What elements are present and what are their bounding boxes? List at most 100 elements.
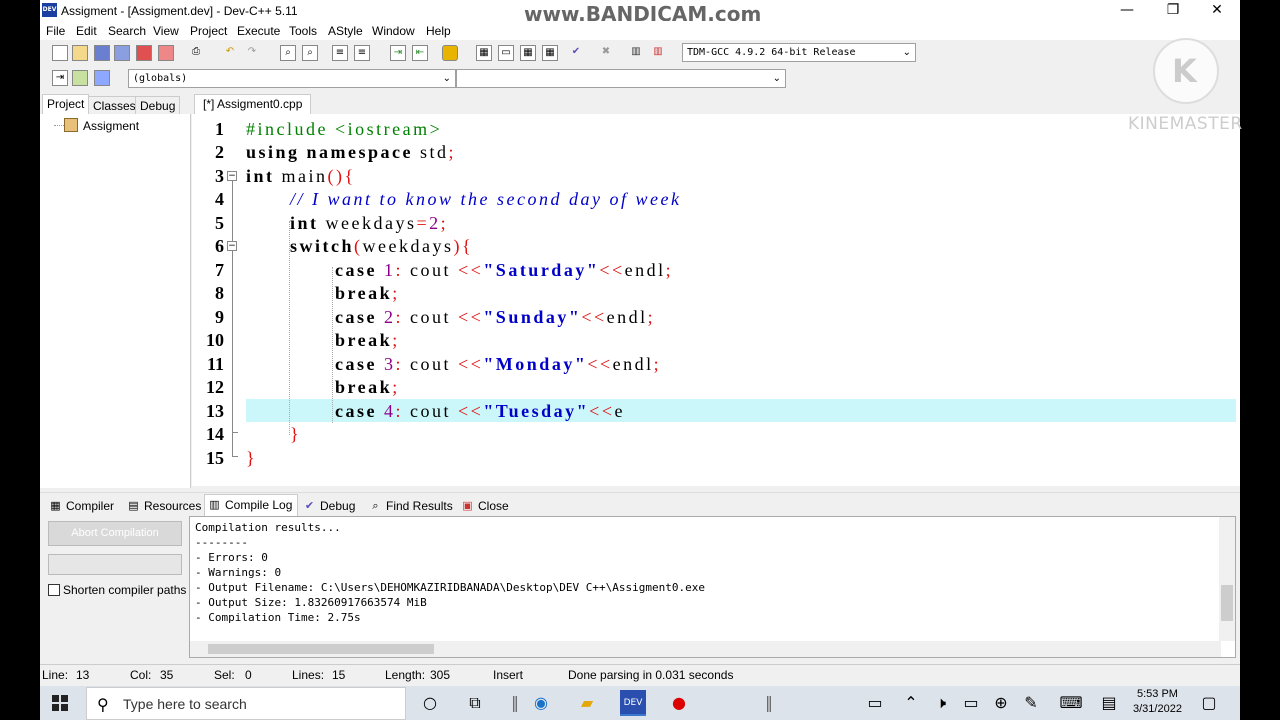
toggle-bookmark-icon[interactable] bbox=[72, 70, 88, 86]
checkbox-box[interactable] bbox=[48, 584, 60, 596]
tree-item-assigment[interactable]: Assigment bbox=[83, 119, 139, 133]
menu-file[interactable]: File bbox=[46, 24, 65, 38]
function-select[interactable]: ⌄ bbox=[456, 69, 786, 88]
profile-delete-icon[interactable]: ▥ bbox=[650, 45, 666, 61]
tab-compiler[interactable]: ▦ Compiler bbox=[46, 496, 114, 516]
rebuild-icon[interactable]: ▦ bbox=[542, 45, 558, 61]
unindent-icon[interactable]: ≡ bbox=[354, 45, 370, 61]
menu-astyle[interactable]: AStyle bbox=[328, 24, 363, 38]
code-line-12: break; bbox=[335, 377, 400, 397]
pen-icon[interactable]: ✎ bbox=[1018, 690, 1044, 716]
tab-close[interactable]: ▣ Close bbox=[458, 496, 508, 516]
chevron-up-icon[interactable]: ⌃ bbox=[898, 690, 924, 716]
input-language-icon[interactable]: ▤ bbox=[1096, 690, 1122, 716]
tab-resources[interactable]: ▤ Resources bbox=[124, 496, 201, 516]
menu-tools[interactable]: Tools bbox=[289, 24, 317, 38]
search-placeholder: Type here to search bbox=[123, 696, 247, 712]
tab-find-results[interactable]: ⌕ Find Results bbox=[366, 496, 452, 516]
tab-debug[interactable]: Debug bbox=[135, 96, 181, 114]
new-file-icon[interactable] bbox=[52, 45, 68, 61]
stop-execution-icon[interactable]: ✖ bbox=[598, 45, 614, 61]
shorten-paths-checkbox[interactable]: Shorten compiler paths bbox=[48, 583, 186, 597]
volume-muted-icon[interactable]: 🕨 bbox=[928, 690, 954, 716]
code-editor[interactable]: 1 2 3 4 5 6 7 8 9 10 11 12 13 14 15 − − … bbox=[192, 114, 1240, 486]
menu-view[interactable]: View bbox=[153, 24, 179, 38]
line-number: 7 bbox=[215, 260, 224, 280]
insert-icon[interactable]: ⇥ bbox=[52, 70, 68, 86]
menu-edit[interactable]: Edit bbox=[76, 24, 97, 38]
compiler-select-value: TDM-GCC 4.9.2 64-bit Release bbox=[687, 47, 856, 58]
fold-collapse-icon[interactable]: − bbox=[227, 241, 237, 251]
fold-collapse-icon[interactable]: − bbox=[227, 171, 237, 181]
network-globe-icon[interactable]: ⊕ bbox=[988, 690, 1014, 716]
status-lines-label: Lines: bbox=[292, 668, 325, 682]
goto-bookmark-icon[interactable] bbox=[94, 70, 110, 86]
tab-project[interactable]: Project bbox=[42, 94, 90, 114]
menu-search[interactable]: Search bbox=[108, 24, 146, 38]
replace-icon[interactable]: ⌕ bbox=[302, 45, 318, 61]
log-vertical-scrollbar[interactable] bbox=[1219, 517, 1235, 641]
undo-icon[interactable]: ↶ bbox=[222, 45, 238, 61]
taskbar-clock[interactable]: 5:53 PM 3/31/2022 bbox=[1133, 687, 1182, 717]
status-sel-label: Sel: bbox=[214, 668, 235, 682]
syntax-check-icon[interactable]: ✔ bbox=[568, 45, 584, 61]
run-icon[interactable]: ▭ bbox=[498, 45, 514, 61]
scroll-thumb[interactable] bbox=[208, 644, 434, 654]
find-icon: ⌕ bbox=[372, 499, 379, 512]
window-title: Assigment - [Assigment.dev] - Dev-C++ 5.… bbox=[61, 4, 298, 18]
log-horizontal-scrollbar[interactable] bbox=[190, 641, 1221, 657]
tab-debug-bottom[interactable]: ✔ Debug bbox=[300, 496, 355, 516]
code-line-13: case 4: cout <<"Tuesday"<<e bbox=[335, 401, 625, 421]
close-file-icon[interactable] bbox=[136, 45, 152, 61]
maximize-button[interactable]: ❐ bbox=[1150, 0, 1196, 21]
code-line-15: } bbox=[246, 448, 258, 468]
edge-browser-icon[interactable]: ◉ bbox=[528, 690, 554, 716]
profile-icon[interactable]: ▥ bbox=[628, 45, 644, 61]
menu-window[interactable]: Window bbox=[372, 24, 415, 38]
line-number: 14 bbox=[206, 424, 224, 444]
indent-icon[interactable]: ≡ bbox=[332, 45, 348, 61]
redo-icon[interactable]: ↷ bbox=[244, 45, 260, 61]
menu-project[interactable]: Project bbox=[190, 24, 227, 38]
action-center-icon[interactable]: ▢ bbox=[1196, 690, 1222, 716]
save-icon[interactable] bbox=[94, 45, 110, 61]
menu-help[interactable]: Help bbox=[426, 24, 451, 38]
compile-log-output[interactable]: Compilation results... -------- - Errors… bbox=[189, 516, 1236, 658]
find-icon[interactable]: ⌕ bbox=[280, 45, 296, 61]
line-number: 10 bbox=[206, 330, 224, 350]
close-button[interactable]: ✕ bbox=[1194, 0, 1240, 21]
cortana-icon[interactable]: ○ bbox=[417, 690, 443, 716]
goto-function-icon[interactable]: ⇤ bbox=[412, 45, 428, 61]
windows-taskbar: ⚲ Type here to search ○ ⧉ ‖ ◉ ▰ DEV ● ‖ … bbox=[40, 686, 1240, 720]
devcpp-taskbar-icon[interactable]: DEV bbox=[620, 690, 646, 716]
task-view-icon[interactable]: ⧉ bbox=[462, 690, 488, 716]
notification-panel-icon[interactable]: ▭ bbox=[862, 690, 888, 716]
goto-line-icon[interactable]: ⇥ bbox=[390, 45, 406, 61]
save-all-icon[interactable] bbox=[114, 45, 130, 61]
battery-icon[interactable]: ▭ bbox=[958, 690, 984, 716]
scope-select[interactable]: (globals) ⌄ bbox=[128, 69, 456, 88]
tab-assigment0-cpp[interactable]: [*] Assigment0.cpp bbox=[194, 94, 312, 114]
code-line-7: case 1: cout <<"Saturday"<<endl; bbox=[335, 260, 674, 280]
close-all-icon[interactable] bbox=[158, 45, 174, 61]
tab-classes[interactable]: Classes bbox=[88, 96, 141, 114]
minimize-button[interactable]: — bbox=[1104, 0, 1150, 21]
windows-start-icon[interactable] bbox=[52, 695, 68, 711]
compiler-select[interactable]: TDM-GCC 4.9.2 64-bit Release ⌄ bbox=[682, 43, 916, 62]
compile-run-icon[interactable]: ▦ bbox=[520, 45, 536, 61]
abort-compilation-button[interactable]: Abort Compilation bbox=[48, 521, 182, 546]
menu-execute[interactable]: Execute bbox=[237, 24, 280, 38]
keyboard-icon[interactable]: ⌨ bbox=[1058, 690, 1084, 716]
compile-icon[interactable]: ▦ bbox=[476, 45, 492, 61]
file-explorer-icon[interactable]: ▰ bbox=[574, 690, 600, 716]
print-icon[interactable]: ⎙ bbox=[188, 45, 204, 61]
bookmark-icon[interactable] bbox=[442, 45, 458, 61]
editor-tabs: [*] Assigment0.cpp bbox=[192, 94, 1240, 114]
status-col: 35 bbox=[160, 668, 174, 682]
bandicam-record-icon[interactable]: ● bbox=[666, 690, 692, 716]
scroll-thumb[interactable] bbox=[1221, 585, 1233, 621]
code-line-8: break; bbox=[335, 283, 400, 303]
taskbar-search-input[interactable]: ⚲ Type here to search bbox=[86, 687, 406, 720]
open-file-icon[interactable] bbox=[72, 45, 88, 61]
tab-compile-log[interactable]: ▥ Compile Log bbox=[204, 494, 299, 516]
